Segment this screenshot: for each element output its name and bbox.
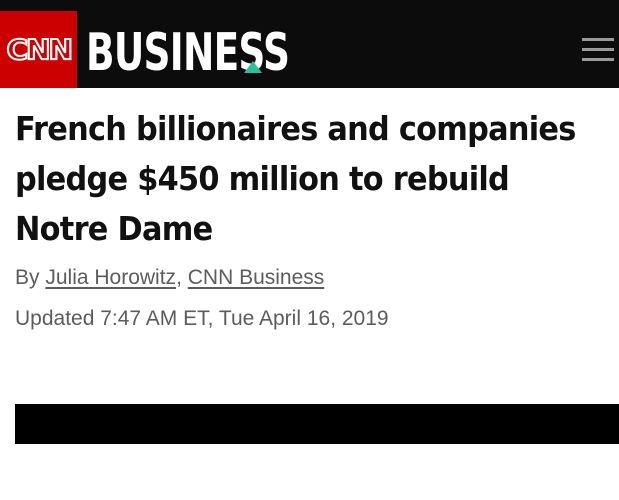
site-header: CNN BUSINESS (0, 11, 619, 88)
author-link[interactable]: Julia Horowitz (45, 266, 176, 289)
status-strip (0, 0, 619, 11)
byline: By Julia Horowitz, CNN Business (15, 264, 324, 292)
hamburger-menu-icon[interactable] (580, 35, 614, 65)
page: CNN BUSINESS French billionaires and com… (0, 0, 619, 500)
cnn-logo[interactable]: CNN (0, 11, 77, 88)
video-player[interactable] (15, 404, 619, 444)
cnn-logo-text: CNN (5, 32, 74, 67)
updated-timestamp: Updated 7:47 AM ET, Tue April 16, 2019 (15, 307, 389, 330)
headline-text: French billionaires and companies pledge… (15, 109, 576, 248)
article-headline: French billionaires and companies pledge… (15, 104, 610, 254)
byline-separator: , (176, 266, 188, 289)
business-section-link[interactable]: BUSINESS (86, 21, 368, 81)
byline-prefix: By (15, 266, 46, 289)
triangle-accent-icon (244, 61, 262, 73)
publisher-link[interactable]: CNN Business (188, 266, 325, 289)
